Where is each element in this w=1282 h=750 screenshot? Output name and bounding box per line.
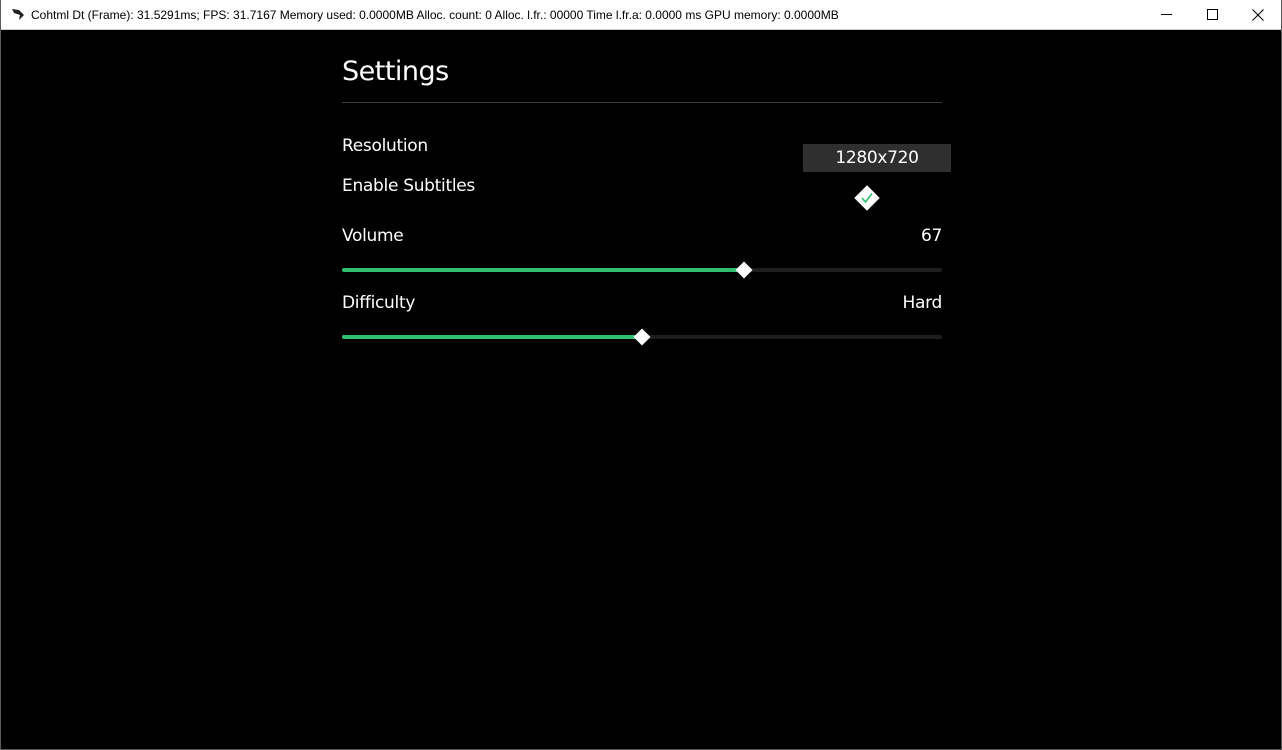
- window-controls: [1143, 0, 1281, 29]
- title-bar[interactable]: Cohtml Dt (Frame): 31.5291ms; FPS: 31.71…: [1, 0, 1281, 30]
- close-button[interactable]: [1235, 0, 1281, 29]
- close-icon: [1252, 8, 1264, 21]
- resolution-label: Resolution: [342, 136, 428, 156]
- volume-value: 67: [920, 226, 942, 246]
- volume-slider-fill: [342, 268, 744, 272]
- resolution-dropdown[interactable]: 1280x720: [803, 144, 951, 172]
- window-title: Cohtml Dt (Frame): 31.5291ms; FPS: 31.71…: [31, 7, 839, 22]
- minimize-button[interactable]: [1143, 0, 1189, 29]
- minimize-icon: [1160, 14, 1172, 15]
- maximize-icon: [1206, 9, 1218, 20]
- difficulty-label: Difficulty: [342, 293, 416, 313]
- subtitles-label: Enable Subtitles: [342, 176, 475, 196]
- page-title: Settings: [342, 56, 449, 87]
- volume-label: Volume: [342, 226, 404, 246]
- maximize-button[interactable]: [1189, 0, 1235, 29]
- app-logo-icon: [10, 7, 26, 23]
- subtitles-checkbox[interactable]: [854, 185, 880, 211]
- app-window: Cohtml Dt (Frame): 31.5291ms; FPS: 31.71…: [0, 0, 1282, 750]
- volume-slider-track[interactable]: [342, 261, 942, 279]
- title-divider: [342, 102, 942, 103]
- difficulty-value: Hard: [902, 293, 943, 313]
- difficulty-slider-thumb[interactable]: [632, 327, 652, 347]
- difficulty-slider-track[interactable]: [342, 328, 942, 346]
- difficulty-slider-fill: [342, 335, 642, 339]
- checkmark-icon: [854, 185, 880, 211]
- volume-slider-thumb[interactable]: [734, 260, 754, 280]
